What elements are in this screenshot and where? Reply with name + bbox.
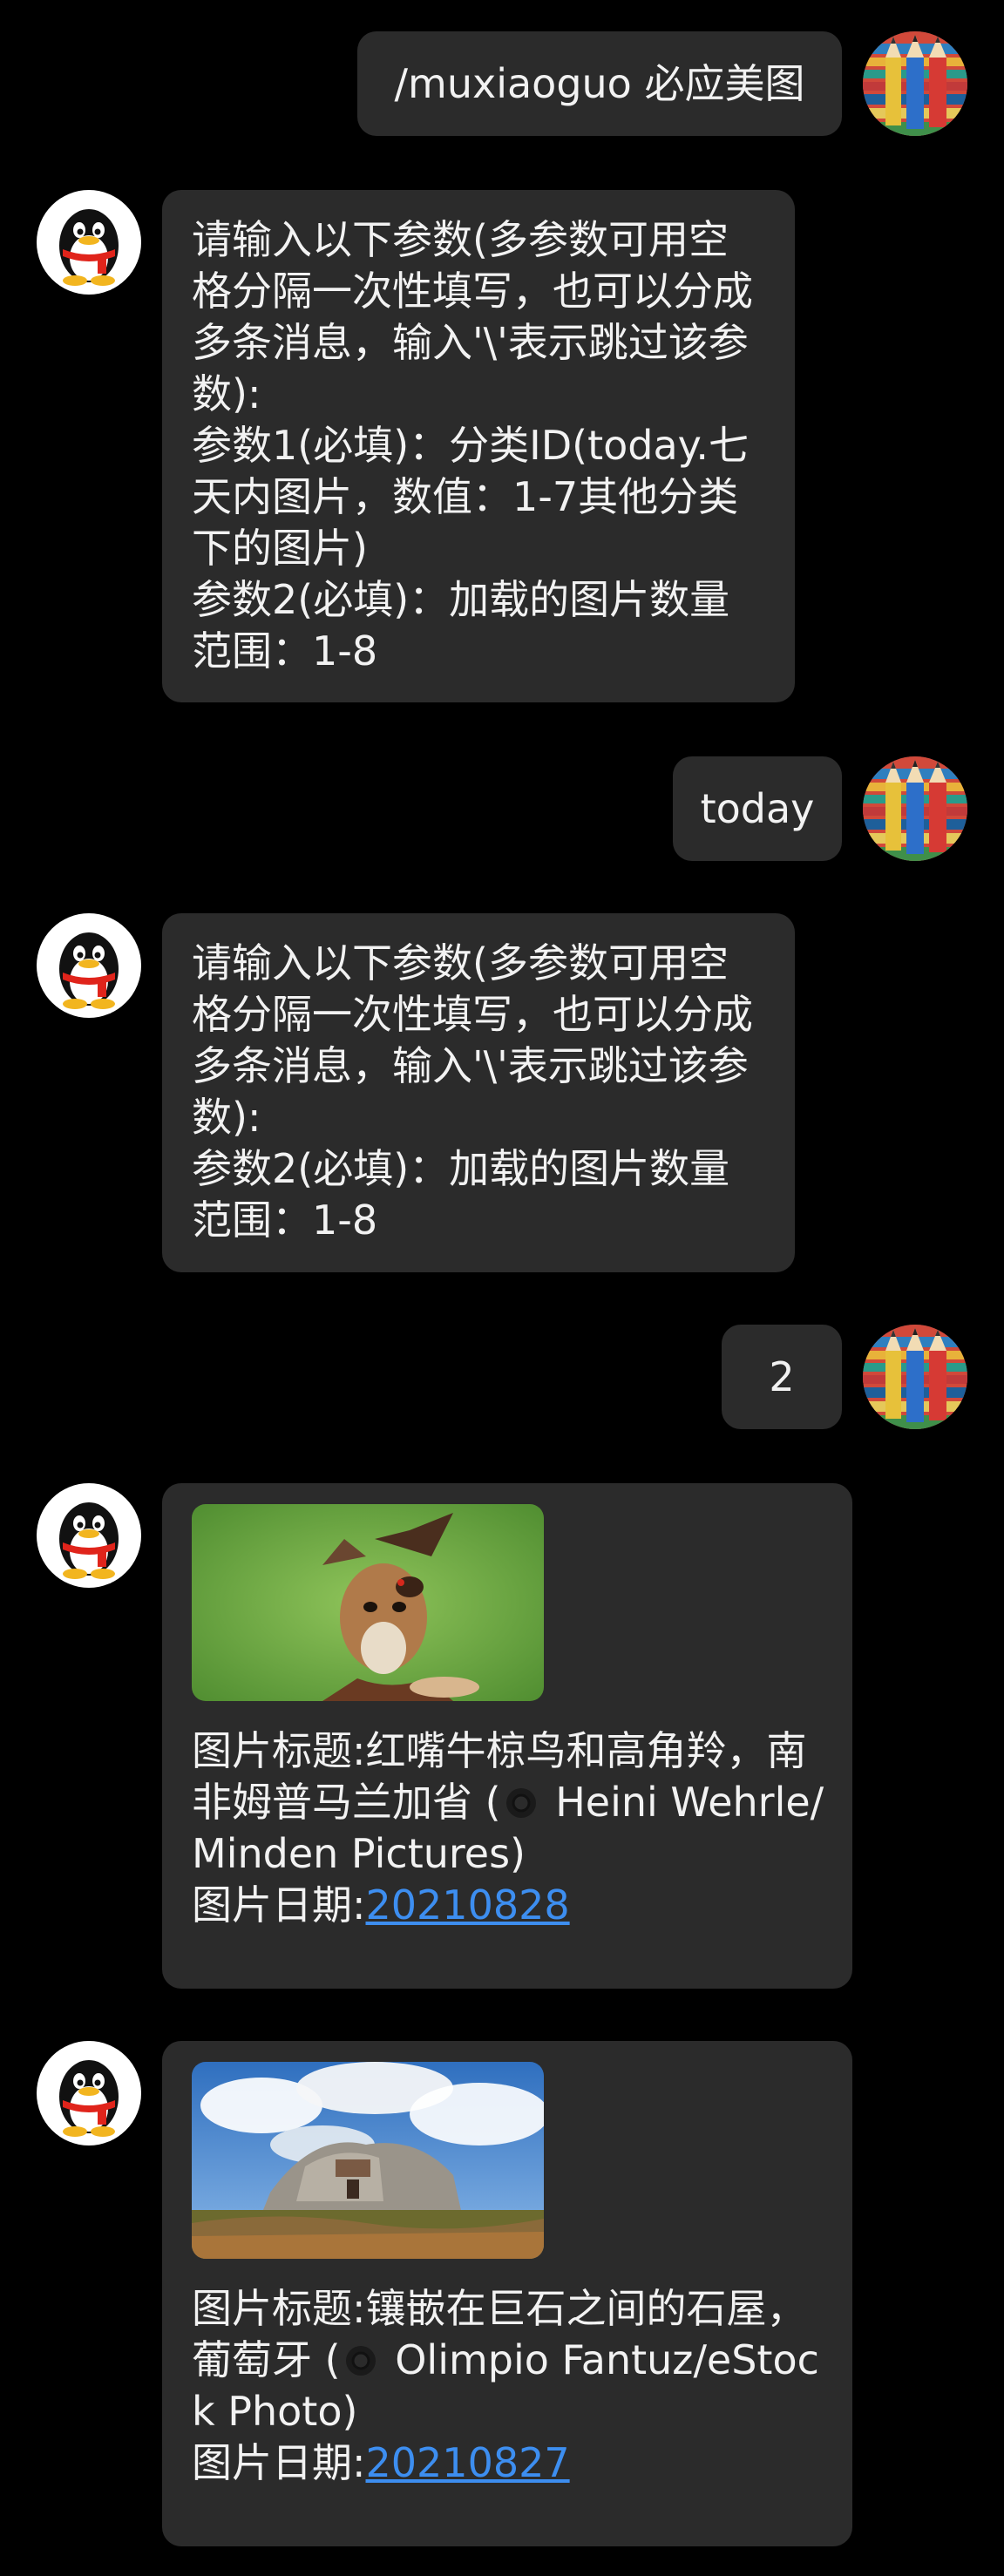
date-label: 图片日期: [192, 1881, 366, 1929]
colored-pencils-avatar-icon [863, 1325, 967, 1429]
message-row-outgoing: today [0, 756, 1004, 863]
bot-avatar[interactable] [37, 2041, 141, 2146]
incoming-bubble[interactable]: 请输入以下参数(多参数可用空格分隔一次性填写，也可以分成多条消息，输入'\'表示… [162, 190, 795, 702]
message-row-outgoing: 2 [0, 1325, 1004, 1431]
boulder-stone-house-photo[interactable] [192, 2062, 544, 2259]
incoming-image-bubble[interactable]: 图片标题:镶嵌在巨石之间的石屋，葡萄牙 ( Olimpio Fantuz/eSt… [162, 2041, 852, 2546]
colored-pencils-avatar-icon [863, 31, 967, 136]
message-row-outgoing: /muxiaoguo 必应美图 [0, 31, 1004, 138]
colored-pencils-avatar-icon [863, 756, 967, 861]
message-row-incoming: 图片标题:红嘴牛椋鸟和高角羚，南非姆普马兰加省 ( Heini Wehrle/M… [0, 1483, 1004, 1989]
bot-avatar[interactable] [37, 190, 141, 295]
outgoing-bubble[interactable]: /muxiaoguo 必应美图 [357, 31, 842, 136]
message-row-incoming: 请输入以下参数(多参数可用空格分隔一次性填写，也可以分成多条消息，输入'\'表示… [0, 913, 1004, 1272]
image-caption: 图片标题:镶嵌在巨石之间的石屋，葡萄牙 ( Olimpio Fantuz/eSt… [192, 2283, 824, 2489]
date-link[interactable]: 20210828 [366, 1881, 570, 1929]
message-row-incoming: 图片标题:镶嵌在巨石之间的石屋，葡萄牙 ( Olimpio Fantuz/eSt… [0, 2041, 1004, 2546]
image-caption: 图片标题:红嘴牛椋鸟和高角羚，南非姆普马兰加省 ( Heini Wehrle/M… [192, 1725, 824, 1931]
user-avatar[interactable] [863, 31, 967, 136]
bot-avatar[interactable] [37, 1483, 141, 1588]
qq-penguin-avatar-icon [37, 190, 141, 295]
incoming-image-bubble[interactable]: 图片标题:红嘴牛椋鸟和高角羚，南非姆普马兰加省 ( Heini Wehrle/M… [162, 1483, 852, 1989]
qq-penguin-avatar-icon [37, 2041, 141, 2146]
user-avatar[interactable] [863, 756, 967, 861]
date-link[interactable]: 20210827 [366, 2439, 570, 2486]
title-label: 图片标题: [192, 2285, 366, 2332]
outgoing-bubble[interactable]: 2 [722, 1325, 842, 1429]
title-label: 图片标题: [192, 1727, 366, 1774]
bot-avatar[interactable] [37, 913, 141, 1018]
copyright-circle-icon [505, 1786, 538, 1820]
date-label: 图片日期: [192, 2439, 366, 2486]
message-row-incoming: 请输入以下参数(多参数可用空格分隔一次性填写，也可以分成多条消息，输入'\'表示… [0, 190, 1004, 702]
message-text: 请输入以下参数(多参数可用空格分隔一次性填写，也可以分成多条消息，输入'\'表示… [192, 216, 753, 675]
user-avatar[interactable] [863, 1325, 967, 1429]
incoming-bubble[interactable]: 请输入以下参数(多参数可用空格分隔一次性填写，也可以分成多条消息，输入'\'表示… [162, 913, 795, 1272]
copyright-circle-icon [344, 2344, 377, 2377]
outgoing-bubble[interactable]: today [673, 756, 842, 861]
message-text: 请输入以下参数(多参数可用空格分隔一次性填写，也可以分成多条消息，输入'\'表示… [192, 939, 753, 1244]
qq-penguin-avatar-icon [37, 913, 141, 1018]
antelope-with-oxpeckers-photo[interactable] [192, 1504, 544, 1701]
qq-penguin-avatar-icon [37, 1483, 141, 1588]
